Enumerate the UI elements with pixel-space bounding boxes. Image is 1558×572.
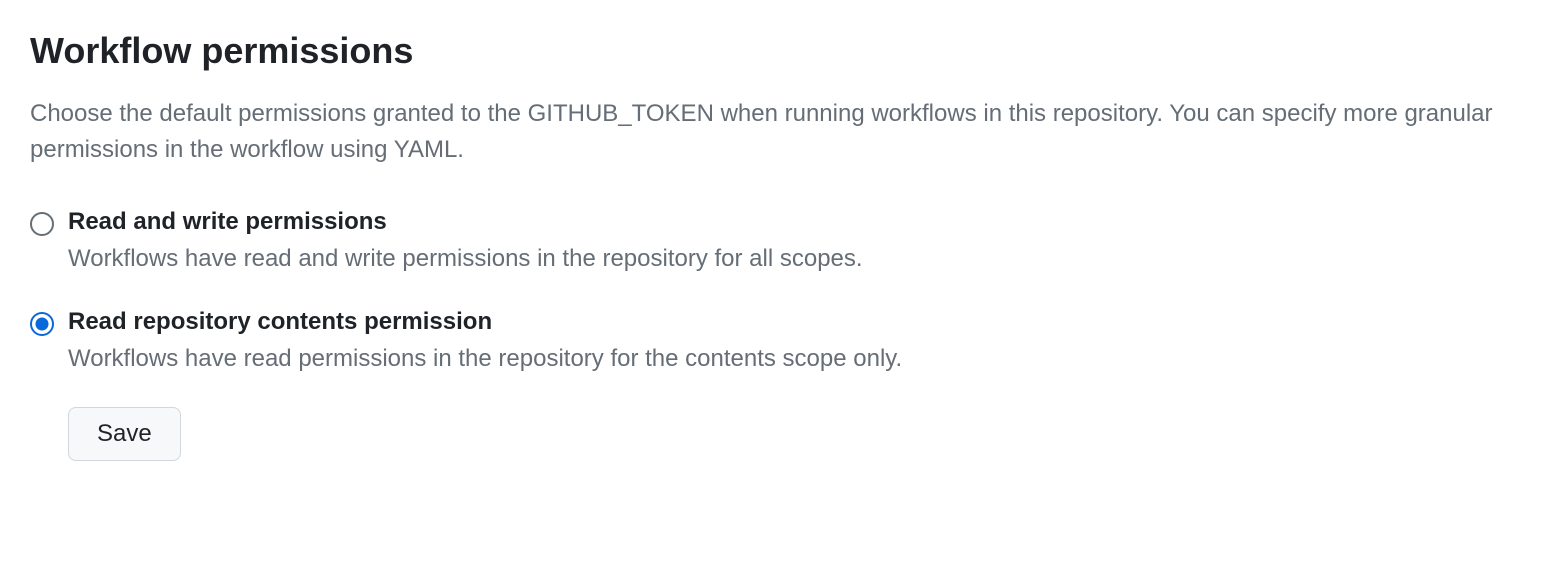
radio-label-read-write[interactable]: Read and write permissions — [68, 208, 1528, 236]
radio-label-read-only[interactable]: Read repository contents permission — [68, 308, 1528, 336]
radio-input-read-only[interactable] — [30, 312, 54, 336]
radio-group: Read and write permissions Workflows hav… — [30, 208, 1528, 375]
radio-input-read-write[interactable] — [30, 212, 54, 236]
radio-description-read-write: Workflows have read and write permission… — [68, 242, 1528, 276]
radio-content: Read and write permissions Workflows hav… — [68, 208, 1528, 276]
save-button[interactable]: Save — [68, 407, 181, 461]
section-description: Choose the default permissions granted t… — [30, 96, 1510, 168]
radio-content: Read repository contents permission Work… — [68, 308, 1528, 376]
radio-option-read-write: Read and write permissions Workflows hav… — [30, 208, 1528, 276]
radio-description-read-only: Workflows have read permissions in the r… — [68, 342, 1528, 376]
section-title: Workflow permissions — [30, 30, 1528, 72]
radio-option-read-only: Read repository contents permission Work… — [30, 308, 1528, 376]
